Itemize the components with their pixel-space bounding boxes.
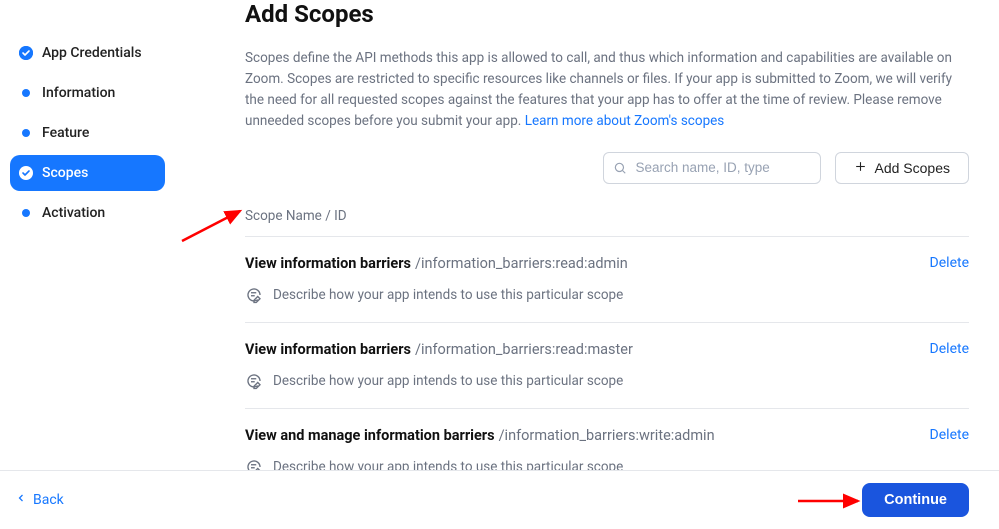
check-icon: [19, 166, 33, 180]
search-icon: [613, 161, 627, 175]
add-scopes-button[interactable]: Add Scopes: [835, 152, 970, 184]
scope-id: /information_barriers:write:admin: [499, 427, 715, 444]
scope-id: /information_barriers:read:master: [415, 341, 633, 358]
scope-desc: Describe how your app intends to use thi…: [273, 459, 623, 470]
sidebar-item-label: Activation: [42, 205, 105, 221]
search-input[interactable]: [603, 152, 821, 184]
note-icon: [245, 458, 263, 470]
sidebar: App Credentials Information Feature Scop…: [0, 0, 175, 470]
intro-text: Scopes define the API methods this app i…: [245, 48, 969, 132]
scope-name: View information barriers: [245, 255, 411, 272]
dot-icon: [22, 209, 30, 217]
sidebar-item-label: Information: [42, 85, 115, 101]
note-icon: [245, 286, 263, 304]
scope-id: /information_barriers:read:admin: [415, 255, 628, 272]
scope-row: View information barriers /information_b…: [245, 323, 969, 409]
sidebar-item-label: App Credentials: [42, 45, 142, 61]
main-content: Add Scopes Scopes define the API methods…: [175, 0, 999, 470]
controls-row: Add Scopes: [245, 152, 969, 184]
scope-name: View and manage information barriers: [245, 427, 495, 444]
check-icon: [19, 46, 33, 60]
footer-bar: Back Continue: [0, 470, 999, 529]
sidebar-item-feature[interactable]: Feature: [10, 115, 165, 151]
scope-name: View information barriers: [245, 341, 411, 358]
sidebar-item-information[interactable]: Information: [10, 75, 165, 111]
scope-row: View information barriers /information_b…: [245, 237, 969, 323]
sidebar-item-scopes[interactable]: Scopes: [10, 155, 165, 191]
back-label: Back: [33, 492, 64, 508]
sidebar-item-label: Feature: [42, 125, 89, 141]
delete-link[interactable]: Delete: [930, 427, 969, 443]
note-icon: [245, 372, 263, 390]
sidebar-item-label: Scopes: [42, 165, 88, 181]
table-header: Scope Name / ID: [245, 208, 969, 237]
scope-row: View and manage information barriers /in…: [245, 409, 969, 470]
scope-desc: Describe how your app intends to use thi…: [273, 373, 623, 389]
delete-link[interactable]: Delete: [930, 255, 969, 271]
add-scopes-label: Add Scopes: [875, 160, 951, 176]
back-button[interactable]: Back: [15, 492, 64, 508]
search-field-wrap: [603, 152, 821, 184]
dot-icon: [22, 89, 30, 97]
sidebar-item-activation[interactable]: Activation: [10, 195, 165, 231]
dot-icon: [22, 129, 30, 137]
scope-desc: Describe how your app intends to use thi…: [273, 287, 623, 303]
continue-button[interactable]: Continue: [862, 483, 969, 517]
delete-link[interactable]: Delete: [930, 341, 969, 357]
page-title: Add Scopes: [245, 0, 969, 28]
plus-icon: [854, 160, 867, 176]
learn-more-link[interactable]: Learn more about Zoom's scopes: [525, 113, 725, 129]
sidebar-item-app-credentials[interactable]: App Credentials: [10, 35, 165, 71]
chevron-left-icon: [15, 492, 27, 508]
